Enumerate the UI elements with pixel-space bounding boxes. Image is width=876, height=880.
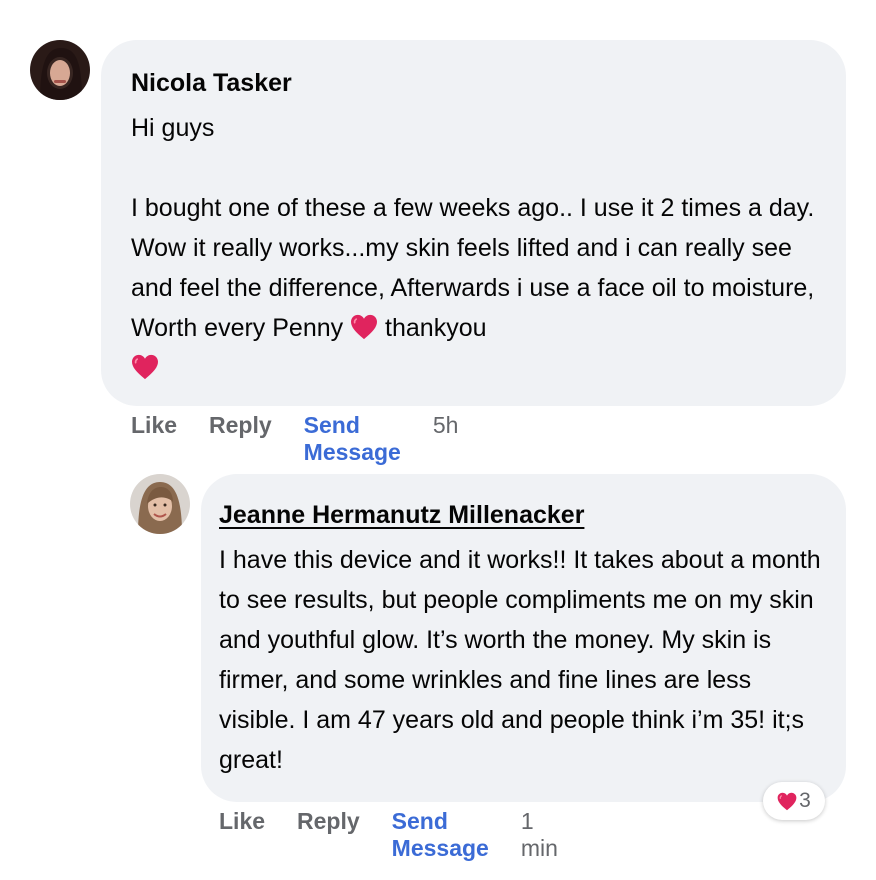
reply-button[interactable]: Reply: [297, 808, 360, 835]
reply-button[interactable]: Reply: [209, 412, 272, 439]
comment-paragraph: thankyou: [385, 314, 487, 342]
comment-bubble: Nicola Tasker Hi guys I bought one of th…: [101, 40, 846, 406]
heart-icon: [131, 354, 159, 380]
reaction-count-badge[interactable]: 3: [763, 782, 825, 820]
send-message-button[interactable]: Send Message: [304, 412, 401, 466]
comment-paragraph: Hi guys: [131, 114, 215, 142]
comment-text: Hi guys I bought one of these a few week…: [131, 108, 816, 388]
comment-author[interactable]: Jeanne Hermanutz Millenacker: [219, 500, 828, 530]
comment-actions: Like Reply Send Message 5h: [131, 412, 458, 466]
comment-text: I have this device and it works!! It tak…: [219, 546, 821, 774]
avatar[interactable]: [130, 474, 190, 534]
comment-timestamp[interactable]: 1 min: [521, 808, 558, 862]
like-button[interactable]: Like: [131, 412, 177, 439]
like-button[interactable]: Like: [219, 808, 265, 835]
profile-photo-icon: [130, 474, 190, 534]
comment-author[interactable]: Nicola Tasker: [131, 68, 816, 98]
reaction-count: 3: [799, 789, 811, 812]
profile-photo-icon: [30, 40, 90, 100]
send-message-button[interactable]: Send Message: [392, 808, 489, 862]
avatar[interactable]: [30, 40, 90, 100]
comment-actions: Like Reply Send Message 1 min: [219, 808, 558, 862]
heart-icon: [777, 792, 797, 811]
comment-bubble: Jeanne Hermanutz Millenacker I have this…: [201, 474, 846, 802]
comment-timestamp[interactable]: 5h: [433, 412, 459, 439]
heart-icon: [350, 314, 378, 340]
